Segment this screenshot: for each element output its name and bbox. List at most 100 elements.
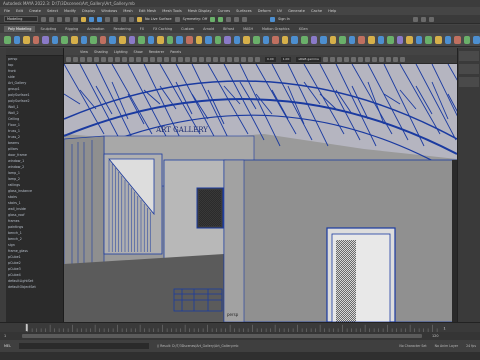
- shelf-tool-icon[interactable]: [42, 35, 49, 44]
- outliner-item[interactable]: defaultObjectSet: [6, 284, 63, 290]
- make-live-icon[interactable]: [137, 16, 142, 22]
- range-bar[interactable]: [22, 334, 422, 338]
- snap-point-icon[interactable]: [121, 16, 126, 22]
- shelf-tool-icon[interactable]: [71, 35, 78, 44]
- shelf-tool-icon[interactable]: [310, 35, 318, 44]
- shelf-tool-icon[interactable]: [214, 35, 222, 44]
- shelf-tool-icon[interactable]: [166, 35, 174, 44]
- ipr-render-icon[interactable]: [218, 16, 224, 22]
- redo-icon[interactable]: [73, 16, 78, 22]
- tab-sculpting[interactable]: Sculpting: [36, 26, 60, 32]
- viewport-tool-icon[interactable]: [136, 56, 141, 62]
- tab-custom[interactable]: Custom: [177, 26, 198, 32]
- symmetry-dropdown[interactable]: Symmetry: Off: [183, 17, 208, 21]
- shelf-tool-icon[interactable]: [147, 35, 155, 44]
- menu-edit-mesh[interactable]: Edit Mesh: [139, 9, 157, 13]
- menu-windows[interactable]: Windows: [101, 9, 117, 13]
- attribute-editor-tab[interactable]: [459, 77, 479, 87]
- shelf-tool-icon[interactable]: [109, 35, 116, 44]
- viewport-tool-icon[interactable]: [150, 56, 155, 62]
- menu-edit[interactable]: Edit: [16, 9, 23, 13]
- viewport-tool-icon[interactable]: [206, 56, 211, 62]
- viewport-tool-icon[interactable]: [220, 56, 225, 62]
- select-hierarchy-icon[interactable]: [81, 16, 86, 22]
- menu-select[interactable]: Select: [47, 9, 58, 13]
- render-frame-icon[interactable]: [210, 16, 216, 22]
- tab-animation[interactable]: Animation: [83, 26, 108, 32]
- save-scene-icon[interactable]: [57, 16, 62, 22]
- shelf-tool-icon[interactable]: [435, 35, 442, 44]
- menu-mesh[interactable]: Mesh: [123, 9, 132, 13]
- undo-icon[interactable]: [65, 16, 70, 22]
- channel-box-tab[interactable]: [459, 51, 479, 61]
- shelf-tool-icon[interactable]: [118, 35, 126, 44]
- shelf-tool-icon[interactable]: [406, 35, 413, 44]
- viewport-tool-icon[interactable]: [129, 56, 134, 62]
- viewport-field[interactable]: 1.00: [280, 56, 292, 62]
- shelf-tool-icon[interactable]: [291, 35, 298, 44]
- shelf-tool-icon[interactable]: [281, 35, 289, 44]
- tab-rigging[interactable]: Rigging: [61, 26, 82, 32]
- fps-dropdown[interactable]: 24 fps: [466, 344, 476, 348]
- viewport-tool-icon[interactable]: [234, 56, 239, 62]
- shelf-tool-icon[interactable]: [415, 35, 423, 44]
- viewport-tool-icon[interactable]: [371, 56, 377, 62]
- time-slider[interactable]: 1: [0, 322, 480, 332]
- shelf-tool-icon[interactable]: [13, 35, 21, 44]
- shelf-tool-icon[interactable]: [253, 35, 260, 44]
- viewport-tool-icon[interactable]: [192, 56, 197, 62]
- range-start[interactable]: 1: [4, 334, 6, 338]
- current-frame-field[interactable]: 1: [443, 326, 445, 330]
- open-scene-icon[interactable]: [49, 16, 54, 22]
- shelf-tool-icon[interactable]: [463, 35, 471, 44]
- viewport-tool-icon[interactable]: [392, 56, 398, 62]
- shelf-tool-icon[interactable]: [358, 35, 365, 44]
- viewport-tool-icon[interactable]: [241, 56, 246, 62]
- mel-label[interactable]: MEL: [4, 344, 11, 348]
- attribute-editor-toggle-icon[interactable]: [420, 16, 426, 22]
- hypershade-icon[interactable]: [234, 16, 240, 22]
- shelf-tool-icon[interactable]: [396, 35, 404, 44]
- viewport-tool-icon[interactable]: [143, 56, 148, 62]
- viewport-tool-icon[interactable]: [101, 56, 106, 62]
- tab-motion-graphics[interactable]: Motion Graphics: [258, 26, 294, 32]
- menu-create[interactable]: Create: [29, 9, 41, 13]
- viewport-tool-icon[interactable]: [336, 56, 342, 62]
- shelf-tool-icon[interactable]: [90, 35, 97, 44]
- menu-file[interactable]: File: [4, 9, 10, 13]
- shelf-tool-icon[interactable]: [444, 35, 452, 44]
- menu-modify[interactable]: Modify: [64, 9, 76, 13]
- new-scene-icon[interactable]: [41, 16, 46, 22]
- vp-menu-show[interactable]: Show: [134, 50, 143, 54]
- viewport-tool-icon[interactable]: [248, 56, 253, 62]
- viewport-tool-icon[interactable]: [385, 56, 391, 62]
- menu-curves[interactable]: Curves: [218, 9, 230, 13]
- shelf-tool-icon[interactable]: [157, 35, 164, 44]
- tab-mash[interactable]: MASH: [239, 26, 257, 32]
- shelf-tool-icon[interactable]: [339, 35, 346, 44]
- shelf-tool-icon[interactable]: [4, 35, 11, 44]
- viewport-tool-icon[interactable]: [87, 56, 92, 62]
- shelf-tool-icon[interactable]: [80, 35, 88, 44]
- viewport-tool-icon[interactable]: [115, 56, 120, 62]
- viewport-tool-icon[interactable]: [350, 56, 356, 62]
- viewport-tool-icon[interactable]: [199, 56, 204, 62]
- perspective-scene[interactable]: ART GALLERY persp: [64, 64, 457, 322]
- viewport-tool-icon[interactable]: [329, 56, 335, 62]
- vp-menu-panels[interactable]: Panels: [170, 50, 181, 54]
- viewport-tool-icon[interactable]: [178, 56, 183, 62]
- modeling-toolkit-tab[interactable]: [459, 64, 479, 74]
- viewport-tool-icon[interactable]: [227, 56, 232, 62]
- shelf-tool-icon[interactable]: [272, 35, 279, 44]
- render-settings-icon[interactable]: [226, 16, 232, 22]
- menu-mesh-display[interactable]: Mesh Display: [188, 9, 212, 13]
- viewport-tool-icon[interactable]: [108, 56, 113, 62]
- tab-arnold[interactable]: Arnold: [199, 26, 218, 32]
- shelf-tool-icon[interactable]: [262, 35, 270, 44]
- shelf-tool-icon[interactable]: [176, 35, 183, 44]
- character-set-dropdown[interactable]: No Character Set: [399, 344, 426, 348]
- menu-uv[interactable]: UV: [277, 9, 282, 13]
- shelf-tool-icon[interactable]: [195, 35, 203, 44]
- shelf-tool-icon[interactable]: [32, 35, 40, 44]
- range-slider[interactable]: 1 120: [0, 332, 480, 340]
